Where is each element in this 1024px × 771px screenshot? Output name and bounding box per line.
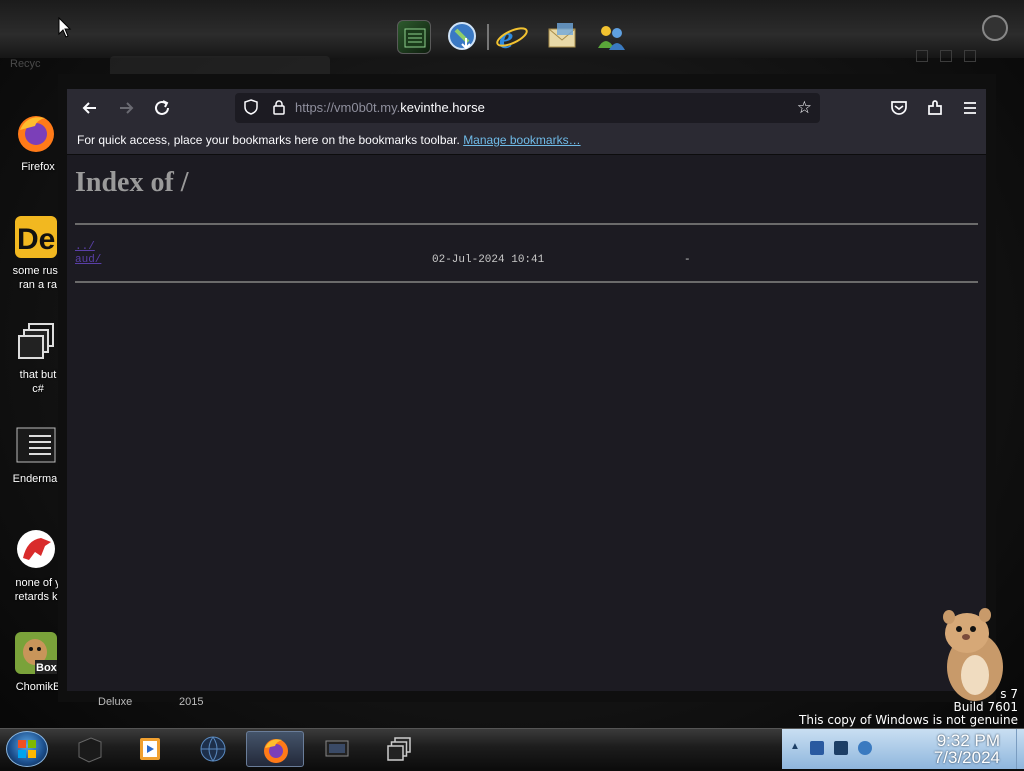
media-player-icon	[140, 738, 160, 760]
start-button[interactable]	[6, 731, 48, 767]
bookmarks-message: For quick access, place your bookmarks h…	[77, 133, 464, 147]
url-bar[interactable]: https://vm0b0t.my.kevinthe.horse ☆	[235, 93, 820, 123]
parent-directory-link[interactable]: ../	[75, 241, 95, 253]
directory-link[interactable]: aud/	[75, 254, 101, 266]
internet-explorer-icon[interactable]: e	[495, 19, 529, 55]
url-prefix: https://vm0b0t.my.	[295, 100, 401, 115]
extensions-icon[interactable]	[922, 95, 948, 121]
red-dinosaur-icon	[15, 528, 57, 570]
windows-stack-icon	[387, 737, 411, 761]
lock-icon[interactable]	[271, 99, 287, 115]
bookmark-star-icon[interactable]: ☆	[797, 98, 812, 118]
url-domain: kevinthe.horse	[400, 100, 485, 115]
taskbar-item[interactable]	[184, 731, 242, 767]
network-icon[interactable]	[810, 741, 824, 755]
taskbar-item[interactable]	[121, 731, 179, 767]
back-button[interactable]	[77, 95, 103, 121]
mail-envelope-icon[interactable]	[545, 20, 579, 54]
reload-button[interactable]	[149, 95, 175, 121]
bookmarks-toolbar: For quick access, place your bookmarks h…	[67, 127, 986, 155]
ghost-window-label: Recyc	[10, 58, 41, 70]
svg-text:De: De	[17, 223, 55, 256]
divider	[75, 281, 978, 283]
show-desktop-button[interactable]	[1016, 729, 1024, 769]
dock-separator	[487, 24, 489, 50]
messenger-people-icon[interactable]	[594, 20, 628, 54]
black-box-icon	[78, 737, 102, 763]
ghost-close	[964, 50, 976, 62]
system-tray: ▲ 9:32 PM 7/3/2024	[782, 729, 1024, 769]
clock-date[interactable]: 7/3/2024	[882, 748, 1000, 768]
ghost-text: Deluxe	[98, 696, 133, 708]
desktop: Recyc e Firefox De some russ ran a ra th…	[0, 0, 1024, 769]
briefcase-icon[interactable]	[982, 15, 1008, 41]
pocket-icon[interactable]	[886, 95, 912, 121]
taskbar-item-firefox[interactable]	[246, 731, 304, 767]
hamburger-menu-icon[interactable]	[957, 95, 983, 121]
show-hidden-icons-icon[interactable]: ▲	[790, 741, 800, 752]
matrix-app-icon[interactable]	[397, 20, 431, 54]
forward-arrow-icon	[120, 102, 134, 114]
monitor-icon	[325, 740, 349, 757]
svg-text:Box: Box	[36, 662, 57, 674]
firefox-icon	[15, 112, 57, 154]
back-arrow-icon	[82, 102, 96, 114]
ghost-minimize	[916, 50, 928, 62]
page-content: Index of / ../ aud/ 02-Jul-2024 10:41 -	[67, 155, 986, 691]
windows-watermark: s 7 Build 7601 This copy of Windows is n…	[799, 688, 1018, 727]
url-text[interactable]: https://vm0b0t.my.kevinthe.horse	[295, 100, 485, 115]
ghost-maximize	[940, 50, 952, 62]
manage-bookmarks-link[interactable]: Manage bookmarks…	[463, 133, 580, 147]
action-center-icon[interactable]	[834, 741, 848, 755]
taskbar-item[interactable]	[308, 731, 366, 767]
globe-download-icon[interactable]	[446, 20, 480, 54]
windows-logo-icon	[18, 740, 36, 758]
terminal-list-icon	[15, 424, 57, 466]
windows-stack-icon	[15, 320, 57, 362]
directory-size: -	[684, 254, 691, 266]
taskbar: ▲ 9:32 PM 7/3/2024	[0, 728, 1024, 769]
de-app-icon: De	[15, 216, 57, 258]
taskbar-item[interactable]	[370, 731, 428, 767]
reload-icon	[155, 100, 169, 115]
globe-dark-icon	[200, 736, 226, 762]
forward-button[interactable]	[113, 95, 139, 121]
chomik-box-icon: Box	[15, 632, 58, 674]
divider	[75, 223, 978, 225]
ghost-text: 2015	[179, 696, 204, 708]
top-dock: Recyc e	[0, 0, 1024, 80]
tracking-shield-icon[interactable]	[243, 99, 259, 115]
watermark-line: This copy of Windows is not genuine	[799, 713, 1018, 727]
firefox-window: https://vm0b0t.my.kevinthe.horse ☆ For q…	[58, 74, 996, 702]
directory-date: 02-Jul-2024 10:41	[432, 254, 545, 266]
taskbar-item[interactable]	[60, 731, 118, 767]
nav-toolbar: https://vm0b0t.my.kevinthe.horse ☆	[67, 89, 986, 127]
firefox-icon	[264, 739, 288, 763]
volume-icon[interactable]	[858, 741, 872, 755]
page-title: Index of /	[75, 167, 189, 198]
mouse-cursor-icon	[58, 17, 72, 38]
